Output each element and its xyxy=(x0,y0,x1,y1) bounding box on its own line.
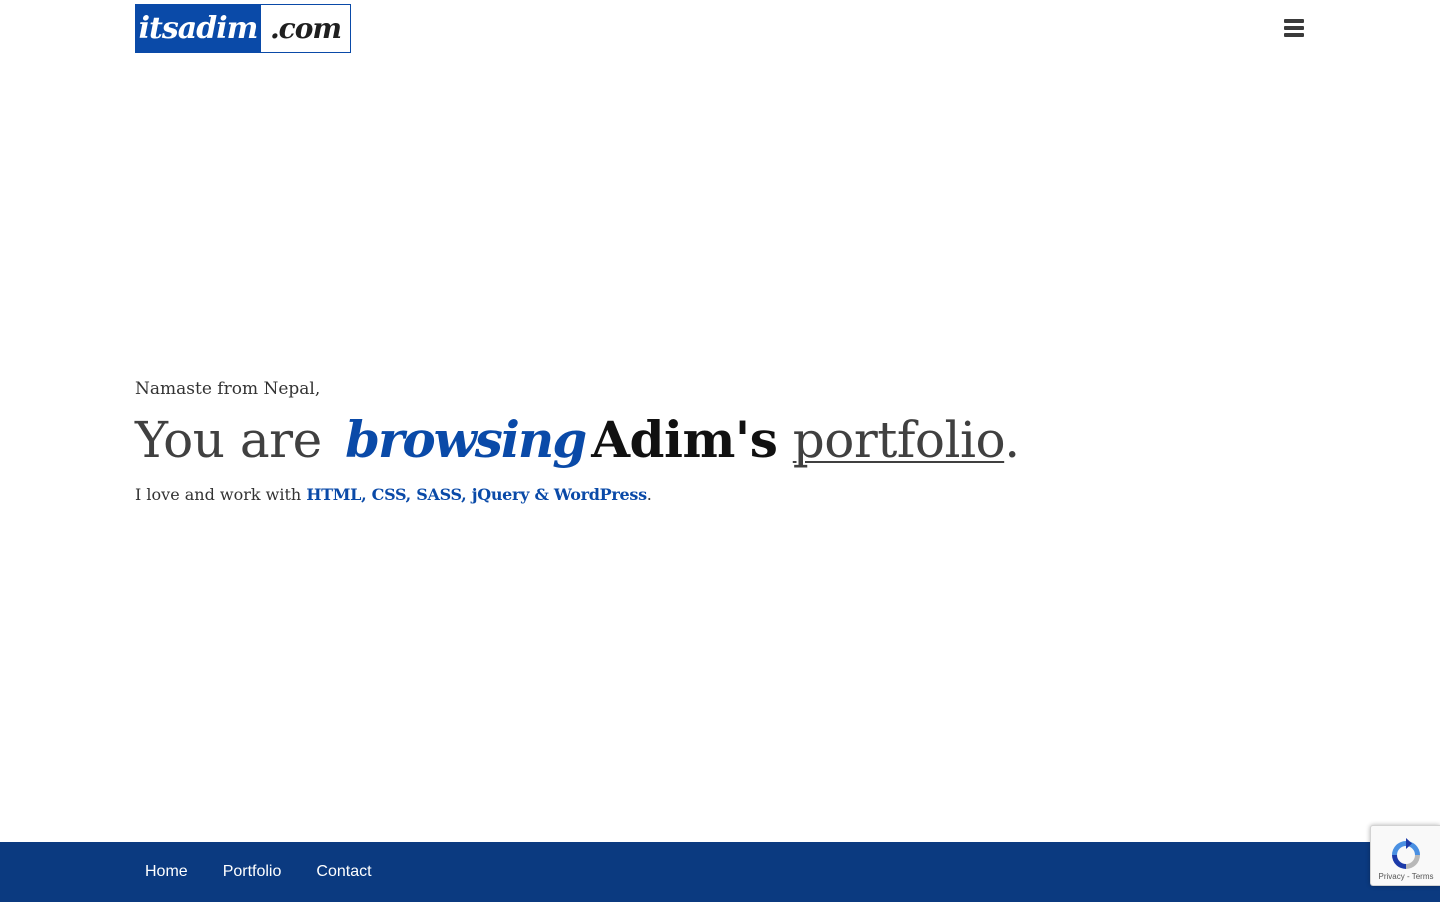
site-logo[interactable]: itsadim .com xyxy=(135,4,351,53)
nav-link-contact[interactable]: Contact xyxy=(316,863,371,881)
footer-nav-bar: Home Portfolio Contact xyxy=(0,842,1440,902)
recaptcha-privacy-link[interactable]: Privacy xyxy=(1379,872,1405,881)
skills-line: I love and work with HTML, CSS, SASS, jQ… xyxy=(135,484,652,506)
hero-headline: You are browsing Adim's portfolio. xyxy=(135,405,1020,481)
skills-prefix: I love and work with xyxy=(135,485,302,504)
headline-name: Adim's xyxy=(591,410,778,469)
menu-bar xyxy=(1284,33,1304,37)
recaptcha-terms-link[interactable]: Terms xyxy=(1412,872,1434,881)
headline-prefix: You are xyxy=(135,411,322,469)
nav-link-portfolio[interactable]: Portfolio xyxy=(223,863,282,881)
portfolio-link[interactable]: portfolio xyxy=(793,411,1005,469)
recaptcha-badge[interactable]: Privacy - Terms xyxy=(1370,825,1440,886)
nav-link-home[interactable]: Home xyxy=(145,863,188,881)
menu-bar xyxy=(1284,26,1304,30)
recaptcha-separator: - xyxy=(1404,872,1412,881)
hamburger-menu-icon[interactable] xyxy=(1280,16,1308,40)
footer-nav: Home Portfolio Contact xyxy=(145,842,407,902)
logo-main-text: itsadim xyxy=(135,4,261,53)
hero-greeting: Namaste from Nepal, xyxy=(135,379,321,399)
menu-bar xyxy=(1284,19,1304,23)
skills-period: . xyxy=(646,485,652,504)
logo-tld-text: .com xyxy=(261,4,351,53)
headline-period: . xyxy=(1004,411,1020,469)
skills-list: HTML, CSS, SASS, jQuery & WordPress xyxy=(306,485,647,504)
headline-italic-word: browsing xyxy=(345,410,587,469)
recaptcha-links: Privacy - Terms xyxy=(1371,872,1440,881)
recaptcha-icon xyxy=(1392,838,1420,869)
